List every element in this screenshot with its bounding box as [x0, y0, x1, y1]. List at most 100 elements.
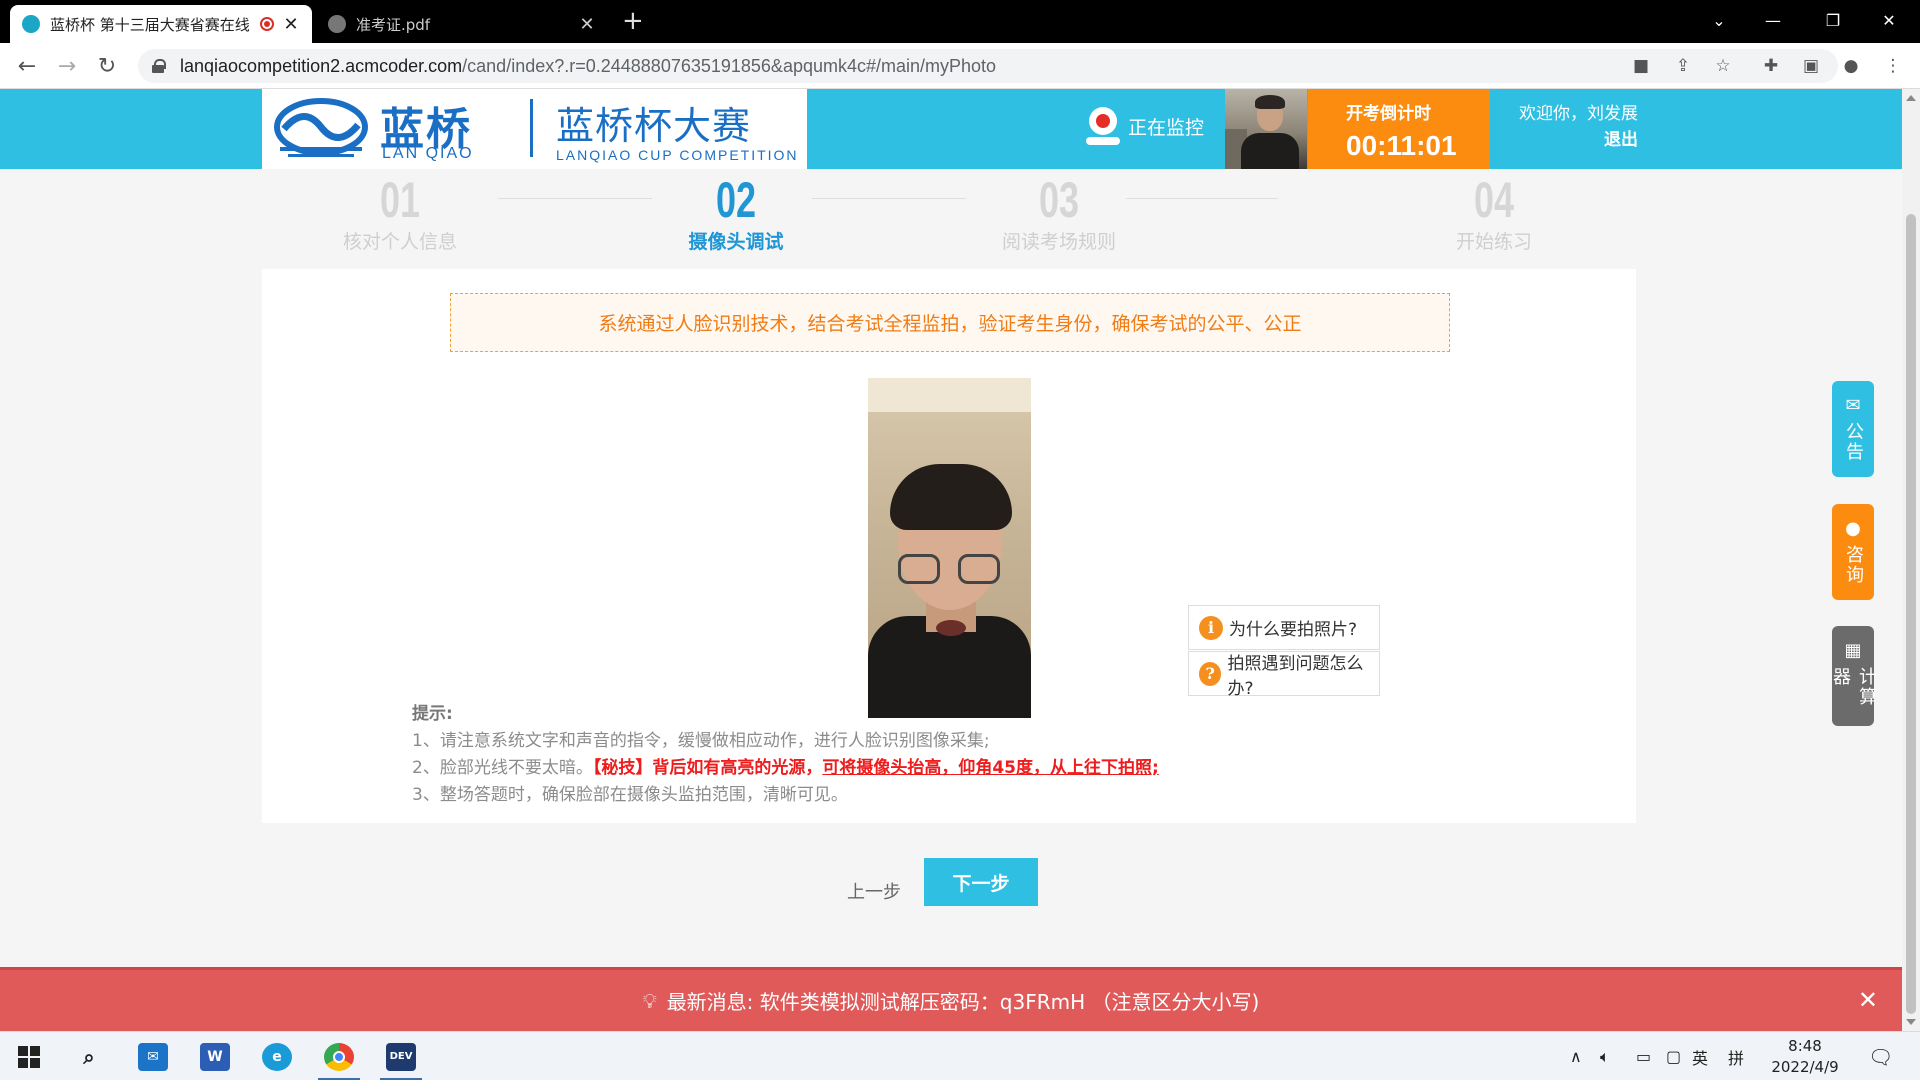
camera-in-use-icon[interactable]: ■: [1630, 55, 1652, 77]
word-app[interactable]: W: [186, 1032, 244, 1080]
chat-icon: ●: [1845, 518, 1861, 539]
exam-countdown: 开考倒计时 00:11:01: [1308, 89, 1490, 169]
edge-app[interactable]: e: [248, 1032, 306, 1080]
consult-button[interactable]: ● 咨询: [1832, 504, 1874, 600]
tip-2-highlight: 【秘技】背后如有高亮的光源，可将摄像头抬高，仰角45度，从上往下拍照;: [592, 758, 1159, 778]
tips-section: 提示: 1、请注意系统文字和声音的指令，缓慢做相应动作，进行人脸识别图像采集; …: [412, 701, 1159, 809]
chrome-app[interactable]: [310, 1032, 368, 1080]
close-news-icon[interactable]: ✕: [1858, 986, 1878, 1014]
page-content: 蓝桥 LAN QIAO 蓝桥杯大赛 LANQIAO CUP COMPETITIO…: [0, 89, 1902, 1031]
start-button[interactable]: [0, 1032, 58, 1080]
step-number: 03: [1038, 172, 1080, 228]
tip-1: 1、请注意系统文字和声音的指令，缓慢做相应动作，进行人脸识别图像采集;: [412, 731, 990, 751]
new-tab-button[interactable]: +: [622, 6, 644, 36]
forward-button[interactable]: →: [52, 51, 82, 81]
step-label: 核对个人信息: [342, 231, 457, 253]
browser-tab-bar: 蓝桥杯 第十三届大赛省赛在线 ✕ 准考证.pdf ✕ + ⌄ — ❐ ✕: [0, 0, 1920, 43]
why-photo-button[interactable]: i 为什么要拍照片?: [1188, 605, 1380, 650]
restore-button[interactable]: ❐: [1810, 0, 1856, 40]
mail-icon: ✉: [1845, 395, 1861, 416]
logo-divider: [530, 99, 533, 157]
word-icon: W: [200, 1042, 230, 1071]
reload-button[interactable]: ↻: [92, 51, 122, 81]
network-icon[interactable]: ▢: [1666, 1032, 1681, 1080]
step-4: 04 开始练习: [1424, 169, 1564, 253]
monitoring-status: 正在监控: [1086, 107, 1204, 145]
logout-link[interactable]: 退出: [1514, 127, 1638, 153]
welcome-text: 欢迎你，刘发展: [1519, 104, 1638, 124]
calculator-label: 计算器: [1830, 667, 1877, 707]
step-divider: [498, 198, 652, 199]
consult-label: 咨询: [1843, 545, 1864, 585]
clock-time: 8:48: [1788, 1037, 1822, 1055]
devcpp-app[interactable]: DEV: [372, 1032, 430, 1080]
tab-admission-pdf[interactable]: 准考证.pdf ✕: [316, 5, 608, 43]
lanqiao-logo-mark-icon: [274, 98, 368, 157]
site-favicon-icon: [22, 15, 40, 33]
competition-title-cn: 蓝桥杯大赛: [556, 104, 752, 148]
info-icon: i: [1199, 615, 1223, 640]
logo-text-en: LAN QIAO: [382, 145, 474, 162]
news-banner: 💡︎ 最新消息: 软件类模拟测试解压密码：q3FRmH （注意区分大小写) ✕: [0, 967, 1902, 1031]
question-icon: ?: [1199, 661, 1222, 686]
back-button[interactable]: ←: [12, 51, 42, 81]
step-divider: [812, 198, 966, 199]
next-step-button[interactable]: 下一步: [924, 858, 1038, 906]
profile-avatar-icon[interactable]: ●: [1840, 55, 1862, 77]
share-icon[interactable]: ⇪: [1672, 55, 1694, 77]
tip-3: 3、整场答题时，确保脸部在摄像头监拍范围，清晰可见。: [412, 785, 848, 805]
previous-step-link[interactable]: 上一步: [847, 878, 901, 904]
side-panel-icon[interactable]: ▣: [1800, 55, 1822, 77]
search-icon: ⌕: [83, 1044, 95, 1069]
show-hidden-icons[interactable]: ∧: [1570, 1032, 1582, 1080]
step-number: 01: [379, 172, 421, 228]
tab-exam[interactable]: 蓝桥杯 第十三届大赛省赛在线 ✕: [10, 5, 312, 43]
battery-icon[interactable]: ▭: [1636, 1032, 1651, 1080]
mail-app-icon: ✉: [138, 1042, 168, 1071]
volume-icon[interactable]: 🔈︎: [1600, 1032, 1610, 1080]
search-button[interactable]: ⌕: [60, 1032, 118, 1080]
step-2: 02 摄像头调试: [666, 169, 806, 253]
menu-icon[interactable]: ⋮: [1882, 55, 1904, 77]
close-tab-icon[interactable]: ✕: [578, 14, 596, 35]
step-1: 01 核对个人信息: [330, 169, 470, 253]
monitoring-label: 正在监控: [1128, 116, 1205, 139]
minimize-button[interactable]: —: [1750, 0, 1796, 40]
edge-icon: e: [262, 1042, 292, 1071]
bookmark-star-icon[interactable]: ☆: [1712, 55, 1734, 77]
mail-app[interactable]: ✉: [124, 1032, 182, 1080]
why-photo-label: 为什么要拍照片?: [1229, 620, 1358, 640]
webcam-preview: [1225, 89, 1307, 169]
photo-problem-label: 拍照遇到问题怎么办?: [1227, 653, 1364, 699]
announcement-button[interactable]: ✉ 公告: [1832, 381, 1874, 477]
captured-photo: [868, 378, 1031, 718]
chrome-icon: [324, 1042, 354, 1071]
close-window-button[interactable]: ✕: [1866, 0, 1912, 40]
countdown-time: 00:11:01: [1346, 130, 1457, 161]
ime-lang-indicator[interactable]: 英: [1692, 1032, 1708, 1080]
notification-center-icon[interactable]: 🗨︎: [1868, 1032, 1893, 1080]
ime-mode-indicator[interactable]: 拼: [1728, 1032, 1744, 1080]
lock-icon: [152, 59, 166, 73]
tab-search-icon[interactable]: ⌄: [1696, 0, 1742, 40]
address-bar[interactable]: lanqiaocompetition2.acmcoder.com/cand/in…: [138, 49, 1838, 83]
step-number: 02: [715, 172, 757, 228]
site-header: 蓝桥 LAN QIAO 蓝桥杯大赛 LANQIAO CUP COMPETITIO…: [0, 89, 1902, 169]
close-tab-icon[interactable]: ✕: [282, 14, 300, 35]
system-clock[interactable]: 8:48 2022/4/9: [1760, 1036, 1850, 1078]
competition-title-en: LANQIAO CUP COMPETITION: [556, 147, 799, 163]
tips-title: 提示:: [412, 704, 453, 724]
camera-test-card: 系统通过人脸识别技术，结合考试全程监拍，验证考生身份，确保考试的公平、公正 i …: [262, 269, 1636, 823]
photo-problem-button[interactable]: ? 拍照遇到问题怎么办?: [1188, 651, 1380, 699]
lightbulb-icon: 💡︎: [642, 988, 657, 1013]
calculator-button[interactable]: ▦ 计算器: [1830, 626, 1877, 726]
step-label: 摄像头调试: [688, 231, 784, 253]
devcpp-icon: DEV: [386, 1042, 416, 1071]
step-3: 03 阅读考场规则: [974, 169, 1144, 253]
page-scrollbar[interactable]: [1902, 89, 1920, 1031]
windows-taskbar: ⌕ ✉ W e DEV ∧ 🔈︎ ▭ ▢ 英 拼 8:48 2022/4/9 🗨…: [0, 1031, 1920, 1080]
windows-logo-icon: [18, 1045, 40, 1068]
lanqiao-logo: 蓝桥 LAN QIAO 蓝桥杯大赛 LANQIAO CUP COMPETITIO…: [262, 89, 807, 169]
recording-icon: [260, 17, 274, 31]
extensions-icon[interactable]: ✚: [1760, 55, 1782, 77]
